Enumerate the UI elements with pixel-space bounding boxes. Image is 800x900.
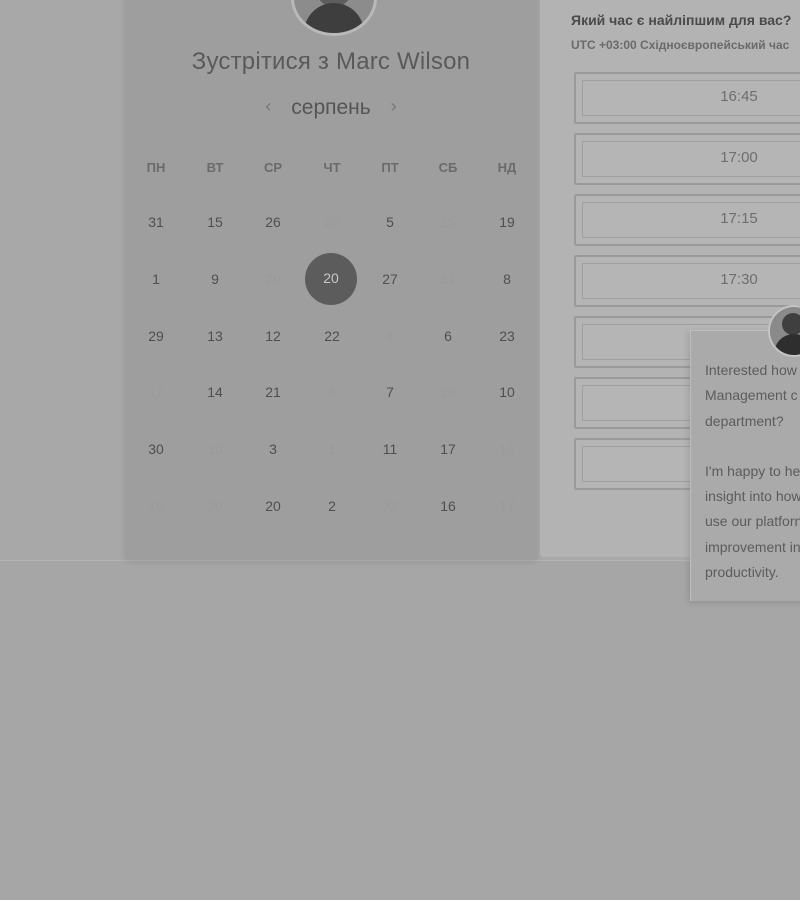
weekday-label: СБ xyxy=(438,160,458,175)
weekday-label: ПТ xyxy=(381,160,399,175)
chat-line: insight into how xyxy=(705,488,800,505)
calendar-day: 25 xyxy=(440,214,456,230)
chat-message: Interested how Management c department? I'… xyxy=(705,358,800,585)
calendar-day[interactable]: 20 xyxy=(248,498,298,518)
time-slot-button[interactable]: 17:30 xyxy=(574,255,800,307)
calendar-day: 6 xyxy=(328,384,336,400)
time-slot-label: 17:30 xyxy=(720,271,758,288)
calendar-day[interactable]: 19 xyxy=(482,214,532,234)
month-label: серпень xyxy=(291,96,371,119)
calendar-day[interactable]: 17 xyxy=(423,441,473,461)
calendar-day: 1 xyxy=(328,441,336,457)
time-slot-label: 17:00 xyxy=(720,149,758,166)
chat-line: department? xyxy=(705,412,784,429)
time-slot-label: 16:45 xyxy=(720,88,758,105)
weekday-label: ВТ xyxy=(206,160,224,175)
selected-day[interactable]: 20 xyxy=(305,253,357,305)
timezone-label[interactable]: UTC +03:00 Східноєвропейський час xyxy=(571,38,800,52)
calendar-day[interactable]: 16 xyxy=(423,498,473,518)
meeting-title: Зустрітися з Marc Wilson xyxy=(191,48,471,75)
calendar-day[interactable]: 5 xyxy=(365,214,415,234)
calendar-day[interactable]: 15 xyxy=(190,214,240,234)
calendar-day: 20 xyxy=(265,271,281,287)
month-navigation: ‹ серпень › xyxy=(125,96,537,120)
calendar-day[interactable]: 3 xyxy=(248,441,298,461)
calendar-day[interactable]: 10 xyxy=(482,384,532,404)
calendar-day[interactable]: 29 xyxy=(131,328,181,348)
calendar-day[interactable]: 11 xyxy=(365,441,415,461)
calendar-day: 31 xyxy=(440,271,456,287)
time-slot-label: 17:15 xyxy=(720,210,758,227)
calendar-day[interactable]: 1 xyxy=(131,271,181,291)
calendar-day[interactable]: 23 xyxy=(482,328,532,348)
calendar-day: 16 xyxy=(148,498,164,514)
calendar-day[interactable]: 7 xyxy=(365,384,415,404)
calendar-day[interactable]: 12 xyxy=(248,328,298,348)
chat-line: use our platforn xyxy=(705,513,800,530)
calendar-day[interactable]: 13 xyxy=(190,328,240,348)
calendar-day: 10 xyxy=(207,441,223,457)
time-slot-button[interactable]: 17:00 xyxy=(574,133,800,185)
chat-line: Interested how xyxy=(705,362,797,378)
calendar-day: 22 xyxy=(382,498,398,514)
calendar-day[interactable]: 9 xyxy=(190,271,240,291)
calendar-day: 20 xyxy=(207,498,223,514)
calendar-day: 28 xyxy=(324,214,340,230)
calendar-day[interactable]: 21 xyxy=(248,384,298,404)
calendar-day[interactable]: 2 xyxy=(307,498,357,518)
chevron-left-icon[interactable]: ‹ xyxy=(251,96,285,117)
weekday-label: ПН xyxy=(146,160,166,175)
chat-line: improvement in xyxy=(705,538,800,555)
calendar-day[interactable]: 6 xyxy=(423,328,473,348)
weekday-label: ЧТ xyxy=(323,160,341,175)
calendar-day[interactable]: 27 xyxy=(365,271,415,291)
calendar-day[interactable]: 8 xyxy=(482,271,532,291)
weekday-label: НД xyxy=(497,160,517,175)
calendar-day[interactable]: 14 xyxy=(190,384,240,404)
calendar-day: 4 xyxy=(386,328,394,344)
chat-line: productivity. xyxy=(705,564,779,581)
chat-line: I'm happy to he xyxy=(705,462,800,479)
calendar-day: 28 xyxy=(440,384,456,400)
calendar-day[interactable]: 30 xyxy=(131,441,181,461)
weekday-label: СР xyxy=(263,160,283,175)
calendar-day[interactable]: 26 xyxy=(248,214,298,234)
calendar-day[interactable]: 22 xyxy=(307,328,357,348)
calendar-day[interactable]: 31 xyxy=(131,214,181,234)
chat-line: Management c xyxy=(705,387,798,404)
calendar-day: 17 xyxy=(148,384,164,400)
time-panel-title: Який час є найліпшим для вас? xyxy=(571,12,792,28)
calendar-day: 14 xyxy=(499,441,515,457)
time-slot-button[interactable]: 16:45 xyxy=(574,72,800,124)
time-slot-button[interactable]: 17:15 xyxy=(574,194,800,246)
chevron-right-icon[interactable]: › xyxy=(377,96,411,117)
calendar-day: 17 xyxy=(499,498,515,514)
